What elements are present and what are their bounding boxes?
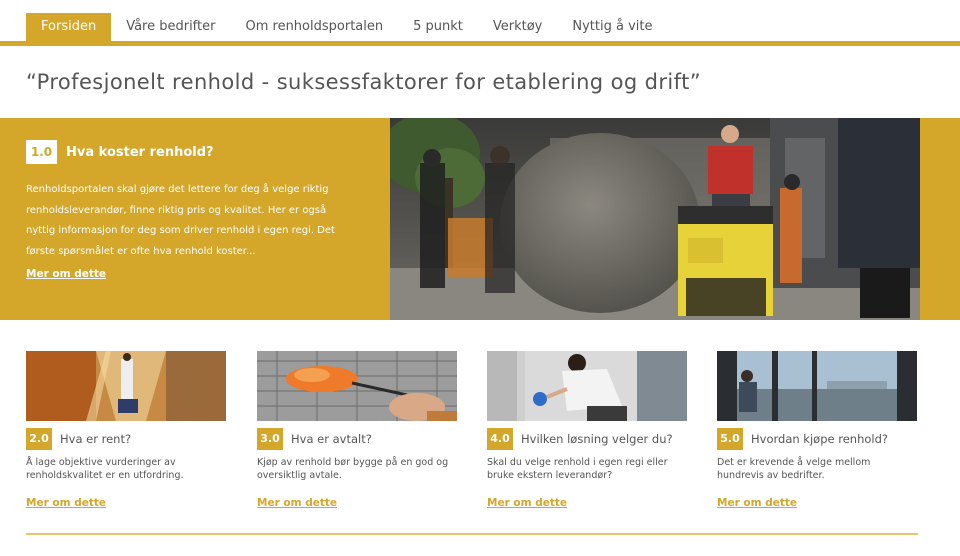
hero-body: Renholdsportalen skal gjøre det lettere … (26, 184, 335, 257)
card-body: Å lage objektive vurderinger av renholds… (26, 457, 184, 481)
card-title: Hva er rent? (60, 432, 132, 446)
card-more-link[interactable]: Mer om dette (717, 497, 797, 509)
card-number-badge: 2.0 (26, 428, 52, 450)
card-photo-hallway-cleaning (26, 351, 226, 421)
hero-number-badge: 1.0 (26, 140, 57, 164)
card-photo-duster-ceiling (257, 351, 457, 421)
card-header: 5.0 Hvordan kjøpe renhold? (717, 428, 917, 450)
nav-underline (0, 41, 960, 46)
card-number-badge: 3.0 (257, 428, 283, 450)
card-body: Kjøp av renhold bør bygge på en god og o… (257, 457, 449, 481)
card-more-link[interactable]: Mer om dette (26, 497, 106, 509)
card-more-link[interactable]: Mer om dette (257, 497, 337, 509)
card-title: Hvilken løsning velger du? (521, 432, 673, 446)
nav-item-verktoy[interactable]: Verktøy (478, 13, 558, 41)
hero-photo-airport-cleaning (390, 118, 920, 320)
card-header: 3.0 Hva er avtalt? (257, 428, 457, 450)
nav-item-forsiden[interactable]: Forsiden (26, 13, 112, 41)
card-hvordan-kjope: 5.0 Hvordan kjøpe renhold? Det er kreven… (717, 351, 917, 509)
card-title: Hva er avtalt? (291, 432, 372, 446)
card-number-badge: 4.0 (487, 428, 513, 450)
card-header: 4.0 Hvilken løsning velger du? (487, 428, 687, 450)
card-hva-er-rent: 2.0 Hva er rent? Å lage objektive vurder… (26, 351, 226, 509)
card-photo-cleaning-wall (487, 351, 687, 421)
card-photo-window-cleaning (717, 351, 917, 421)
nav-item-nyttig-a-vite[interactable]: Nyttig å vite (557, 13, 667, 41)
hero-more-link[interactable]: Mer om dette (26, 266, 106, 282)
nav-item-vare-bedrifter[interactable]: Våre bedrifter (111, 13, 230, 41)
nav-item-5-punkt[interactable]: 5 punkt (398, 13, 478, 41)
nav-items: Forsiden Våre bedrifter Om renholdsporta… (26, 13, 667, 41)
card-body: Det er krevende å velge mellom hundrevis… (717, 457, 871, 481)
nav-item-om-renholdsportalen[interactable]: Om renholdsportalen (230, 13, 398, 41)
main-navigation: Forsiden Våre bedrifter Om renholdsporta… (0, 0, 960, 46)
card-body: Skal du velge renhold i egen regi eller … (487, 457, 668, 481)
card-number-badge: 5.0 (717, 428, 743, 450)
card-hvilken-losning: 4.0 Hvilken løsning velger du? Skal du v… (487, 351, 687, 509)
card-hva-er-avtalt: 3.0 Hva er avtalt? Kjøp av renhold bør b… (257, 351, 457, 509)
card-title: Hvordan kjøpe renhold? (751, 432, 888, 446)
card-more-link[interactable]: Mer om dette (487, 497, 567, 509)
card-header: 2.0 Hva er rent? (26, 428, 226, 450)
hero-title: Hva koster renhold? (66, 144, 214, 160)
hero-section: 1.0 Hva koster renhold? Renholdsportalen … (0, 118, 960, 320)
bottom-divider (26, 533, 918, 535)
page-tagline: “Profesjonelt renhold - suksessfaktorer … (26, 70, 701, 94)
hero-text: 1.0 Hva koster renhold? Renholdsportalen … (26, 140, 356, 282)
